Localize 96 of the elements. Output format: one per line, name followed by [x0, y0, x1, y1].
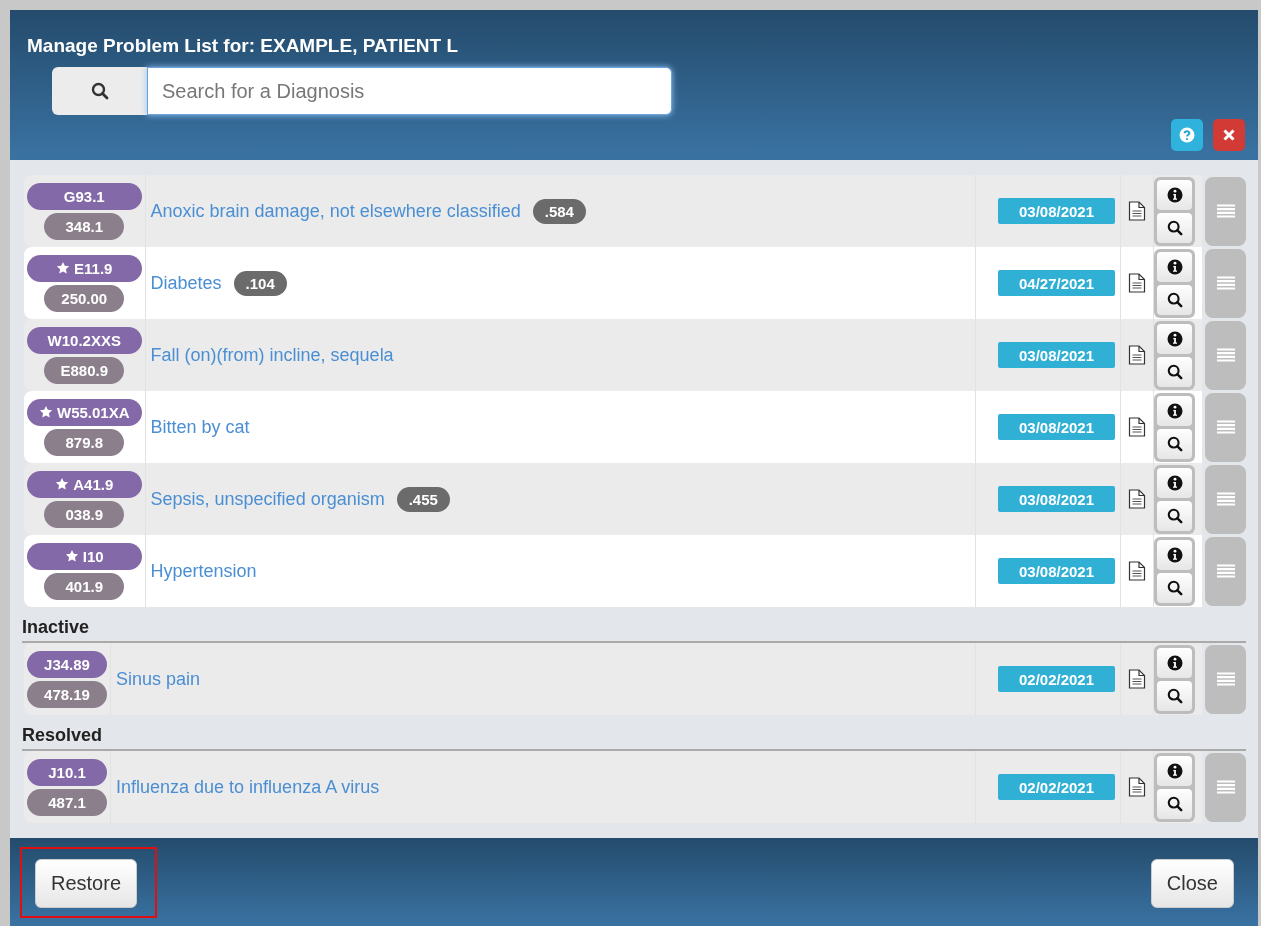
diagnosis-link[interactable]: Sinus pain	[116, 668, 201, 690]
info-icon	[1166, 402, 1183, 419]
info-icon	[1166, 654, 1183, 671]
document-icon[interactable]	[1128, 777, 1146, 797]
info-icon	[1166, 258, 1183, 275]
info-icon	[1166, 762, 1183, 779]
icd10-code-badge: W55.01XA	[27, 398, 142, 426]
icd10-code-badge: W10.2XXS	[27, 326, 142, 354]
star-icon	[39, 405, 53, 419]
search-icon	[90, 82, 109, 100]
menu-icon	[1216, 420, 1235, 434]
icd9-code-badge: 478.19	[27, 680, 107, 708]
date-badge: 02/02/2021	[998, 666, 1115, 692]
diagnosis-link[interactable]: Influenza due to influenza A virus	[116, 776, 380, 798]
info-icon	[1166, 474, 1183, 491]
score-badge: .104	[233, 270, 287, 296]
diagnosis-link[interactable]: Anoxic brain damage, not elsewhere classified	[150, 200, 521, 222]
search-icon	[1166, 507, 1183, 524]
info-icon	[1166, 546, 1183, 563]
search-button[interactable]	[1157, 572, 1192, 603]
date-badge: 04/27/2021	[998, 270, 1115, 296]
search-button[interactable]	[1157, 284, 1192, 315]
info-button[interactable]	[1157, 467, 1192, 498]
menu-icon	[1216, 492, 1235, 506]
search-button[interactable]	[1157, 680, 1192, 711]
document-icon[interactable]	[1128, 489, 1146, 509]
icd10-code-badge: I10	[27, 542, 142, 570]
document-icon[interactable]	[1128, 417, 1146, 437]
close-icon	[1223, 129, 1235, 141]
search-button[interactable]	[1157, 500, 1192, 531]
date-badge: 03/08/2021	[998, 486, 1115, 512]
diagnosis-link[interactable]: Sepsis, unspecified organism	[150, 488, 385, 510]
date-badge: 03/08/2021	[998, 558, 1115, 584]
icd10-code-badge: G93.1	[27, 182, 142, 210]
date-badge: 03/08/2021	[998, 414, 1115, 440]
date-badge: 02/02/2021	[998, 774, 1115, 800]
icd10-code-badge: E11.9	[27, 254, 142, 282]
search-icon	[1166, 291, 1183, 308]
info-button[interactable]	[1157, 539, 1192, 570]
search-button[interactable]	[1157, 428, 1192, 459]
search-button[interactable]	[1157, 356, 1192, 387]
menu-icon	[1216, 348, 1235, 362]
date-badge: 03/08/2021	[998, 342, 1115, 368]
search-button[interactable]	[1157, 212, 1192, 243]
icd9-code-badge: 348.1	[44, 212, 125, 240]
star-icon	[55, 477, 70, 491]
date-badge: 03/08/2021	[998, 198, 1115, 224]
info-button[interactable]	[1157, 755, 1192, 786]
menu-icon	[1216, 564, 1235, 578]
document-icon[interactable]	[1128, 273, 1146, 293]
footer-button[interactable]: Close	[1150, 858, 1234, 908]
search-icon	[1166, 579, 1183, 596]
star-icon	[56, 261, 71, 275]
document-icon[interactable]	[1128, 345, 1146, 365]
diagnosis-link[interactable]: Bitten by cat	[150, 416, 250, 438]
menu-icon	[1216, 276, 1235, 290]
search-icon	[1166, 687, 1183, 704]
icd9-code-badge: 879.8	[44, 428, 125, 456]
icd9-code-badge: 038.9	[44, 500, 125, 528]
icd10-code-badge: J34.89	[27, 650, 107, 678]
info-icon	[1166, 330, 1183, 347]
dialog-title: Manage Problem List for: EXAMPLE, PATIENT L	[27, 35, 460, 57]
menu-icon	[1216, 672, 1235, 686]
info-button[interactable]	[1157, 251, 1192, 282]
document-icon[interactable]	[1128, 561, 1146, 581]
info-button[interactable]	[1157, 179, 1192, 210]
menu-icon	[1216, 780, 1235, 794]
icd9-code-badge: 487.1	[27, 788, 107, 816]
search-field[interactable]: Search for a Diagnosis	[147, 67, 672, 115]
info-button[interactable]	[1157, 395, 1192, 426]
diagnosis-link[interactable]: Diabetes	[150, 272, 222, 294]
icd9-code-badge: E880.9	[44, 356, 125, 384]
info-button[interactable]	[1157, 323, 1192, 354]
search-icon	[1166, 219, 1183, 236]
footer-button[interactable]: Restore	[35, 858, 138, 908]
document-icon[interactable]	[1128, 201, 1146, 221]
score-badge: .584	[532, 198, 586, 224]
icd10-code-badge: A41.9	[27, 470, 142, 498]
icd10-code-badge: J10.1	[27, 758, 107, 786]
menu-icon	[1216, 204, 1235, 218]
close-button[interactable]	[1213, 119, 1245, 151]
score-badge: .455	[396, 486, 450, 512]
star-icon	[64, 549, 79, 563]
help-icon	[1179, 127, 1195, 143]
search-icon	[1166, 435, 1183, 452]
search-icon	[1166, 795, 1183, 812]
search-button[interactable]	[1157, 788, 1192, 819]
icd9-code-badge: 250.00	[44, 284, 125, 312]
search-icon	[1166, 363, 1183, 380]
info-icon	[1166, 186, 1183, 203]
diagnosis-link[interactable]: Hypertension	[150, 560, 257, 582]
diagnosis-link[interactable]: Fall (on)(from) incline, sequela	[150, 344, 394, 366]
icd9-code-badge: 401.9	[44, 572, 125, 600]
help-button[interactable]	[1171, 119, 1203, 151]
document-icon[interactable]	[1128, 669, 1146, 689]
info-button[interactable]	[1157, 647, 1192, 678]
